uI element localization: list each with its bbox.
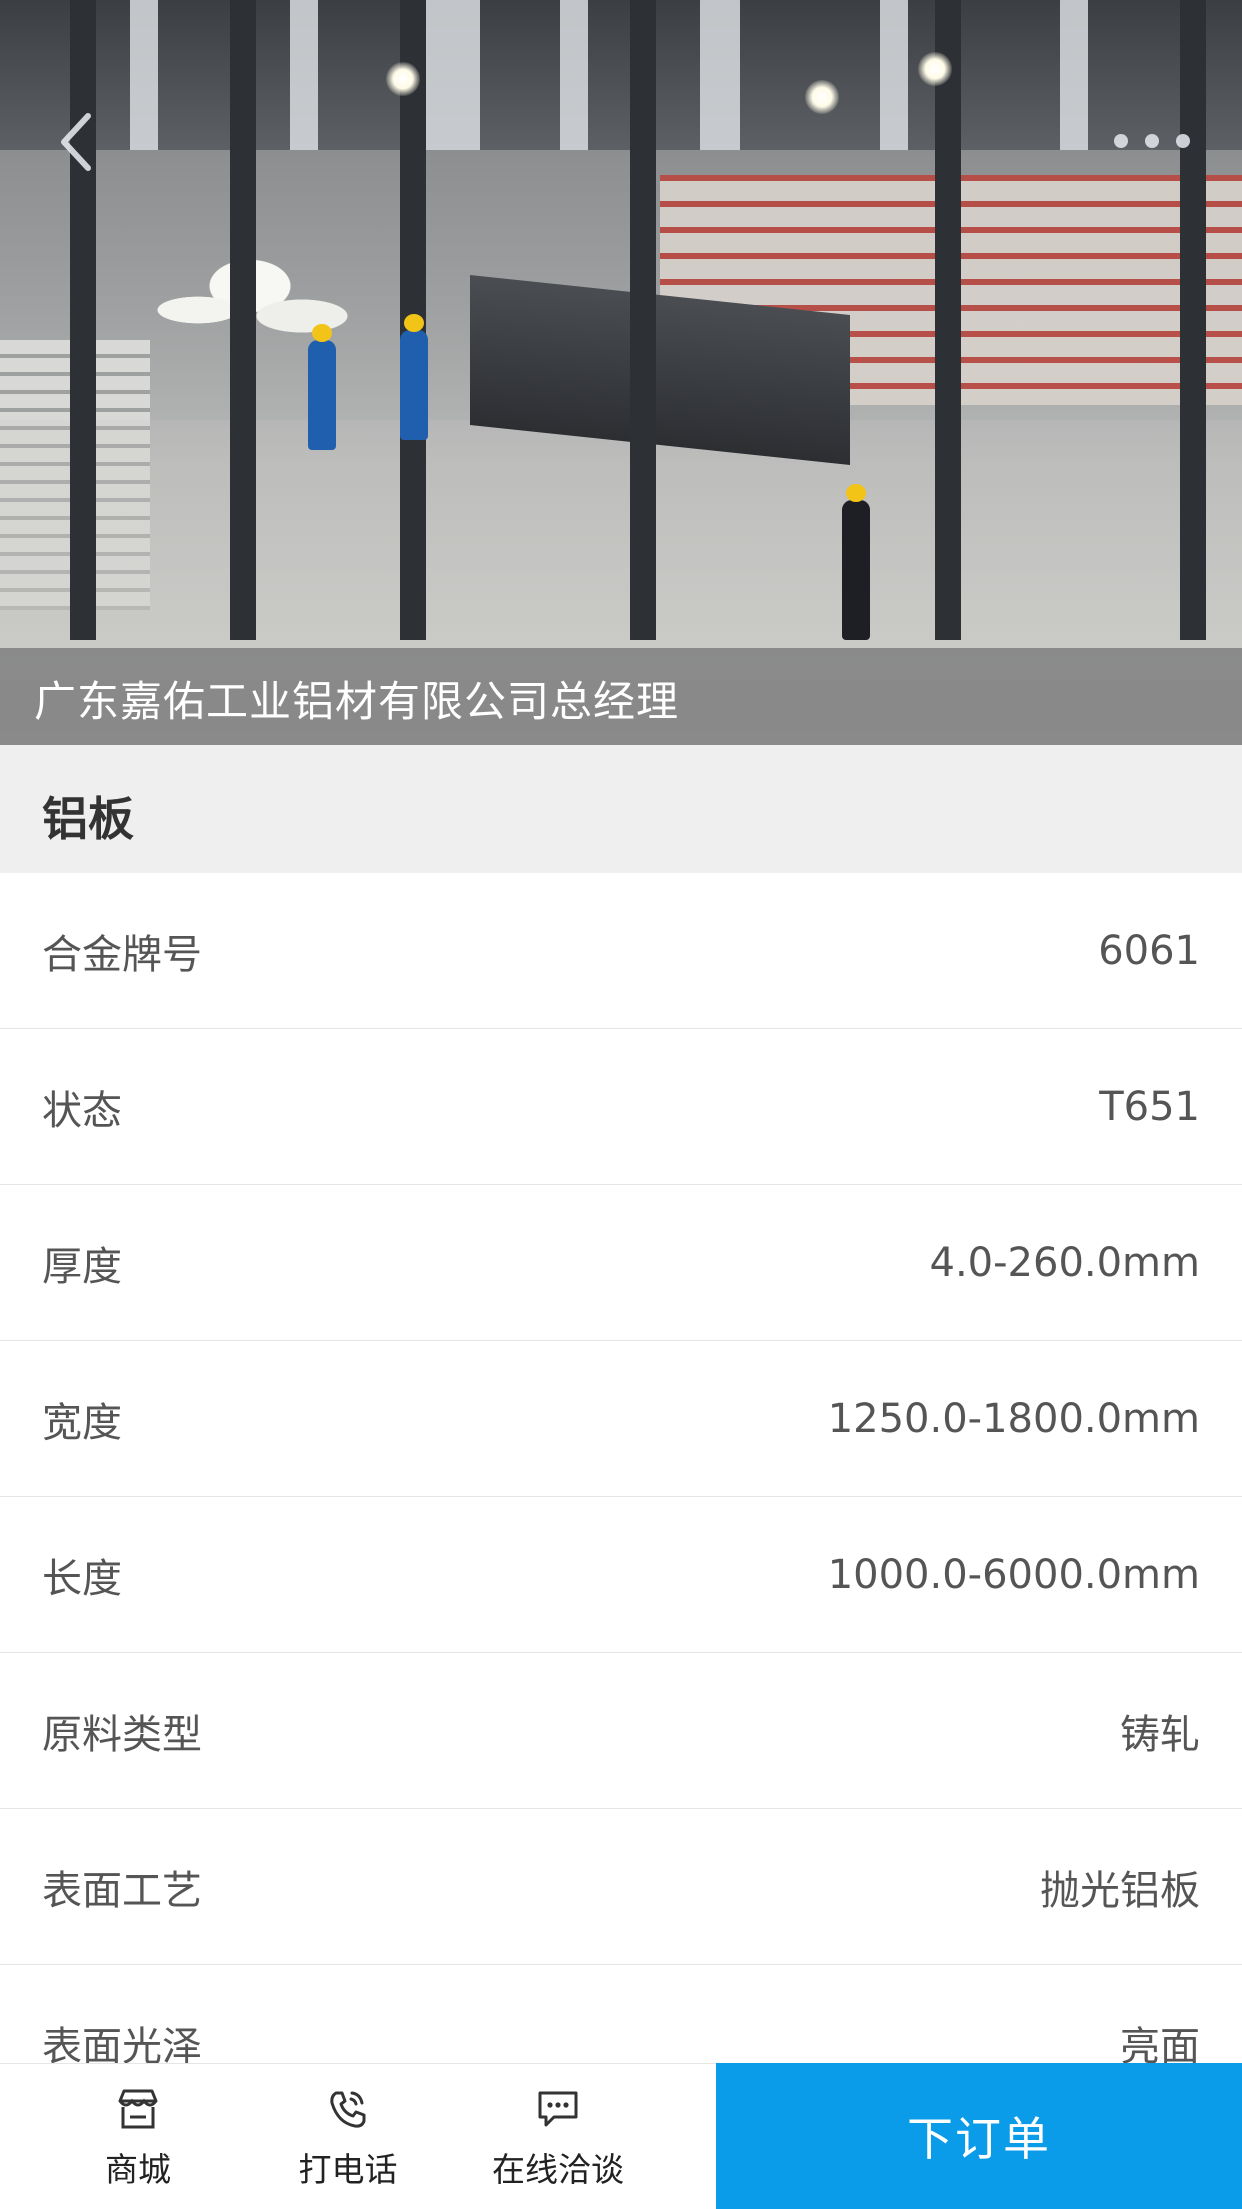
spec-label: 长度: [42, 1555, 122, 1602]
phone-icon: [330, 2091, 366, 2128]
spec-row-width: 宽度 1250.0-1800.0mm: [0, 1341, 1242, 1497]
spec-row-thickness: 厚度 4.0-260.0mm: [0, 1185, 1242, 1341]
spec-row-material-type: 原料类型 铸轧: [0, 1653, 1242, 1809]
store-icon: [118, 2089, 158, 2128]
chevron-left-icon: [61, 113, 91, 171]
spec-label: 合金牌号: [42, 931, 202, 978]
spec-value: 4.0-260.0mm: [929, 1239, 1201, 1286]
spec-value: 1250.0-1800.0mm: [827, 1395, 1200, 1442]
spec-row-length: 长度 1000.0-6000.0mm: [0, 1497, 1242, 1653]
more-dot: [1176, 134, 1190, 148]
spec-list: 合金牌号 6061 状态 T651 厚度 4.0-260.0mm 宽度 1250…: [0, 873, 1242, 2121]
more-dots-icon: [1114, 134, 1128, 148]
spec-label: 原料类型: [42, 1711, 202, 1758]
more-dot: [1145, 134, 1159, 148]
spec-row-surface-process: 表面工艺 抛光铝板: [0, 1809, 1242, 1965]
spec-row-temper: 状态 T651: [0, 1029, 1242, 1185]
call-button[interactable]: 打电话: [248, 2064, 448, 2209]
photo-caption: 广东嘉佑工业铝材有限公司总经理: [34, 677, 680, 726]
spec-value: 抛光铝板: [1040, 1867, 1200, 1914]
chat-label: 在线洽谈: [492, 2149, 624, 2189]
spec-value: 1000.0-6000.0mm: [827, 1551, 1200, 1598]
call-label: 打电话: [298, 2149, 398, 2189]
chat-button[interactable]: 在线洽谈: [458, 2064, 658, 2209]
chat-icon: [538, 2091, 578, 2126]
back-button[interactable]: [56, 110, 96, 174]
place-order-button[interactable]: 下订单: [716, 2063, 1242, 2209]
spec-value: T651: [1099, 1083, 1200, 1130]
more-options-button[interactable]: [1114, 128, 1190, 154]
spec-label: 状态: [42, 1087, 122, 1134]
spec-row-alloy: 合金牌号 6061: [0, 873, 1242, 1029]
spec-value: 6061: [1098, 927, 1200, 974]
product-photo: 广东嘉佑工业铝材有限公司总经理: [0, 0, 1242, 745]
spec-label: 厚度: [42, 1243, 122, 1290]
shop-label: 商城: [105, 2149, 171, 2189]
spec-value: 铸轧: [1120, 1711, 1200, 1758]
product-title-bar: 铝板: [0, 745, 1242, 873]
product-title: 铝板: [42, 792, 134, 846]
spec-label: 宽度: [42, 1399, 122, 1446]
spec-label: 表面工艺: [42, 1867, 202, 1914]
bottom-action-bar: 商城 打电话 在线洽谈 下订单: [0, 2063, 1242, 2209]
shop-button[interactable]: 商城: [38, 2064, 238, 2209]
